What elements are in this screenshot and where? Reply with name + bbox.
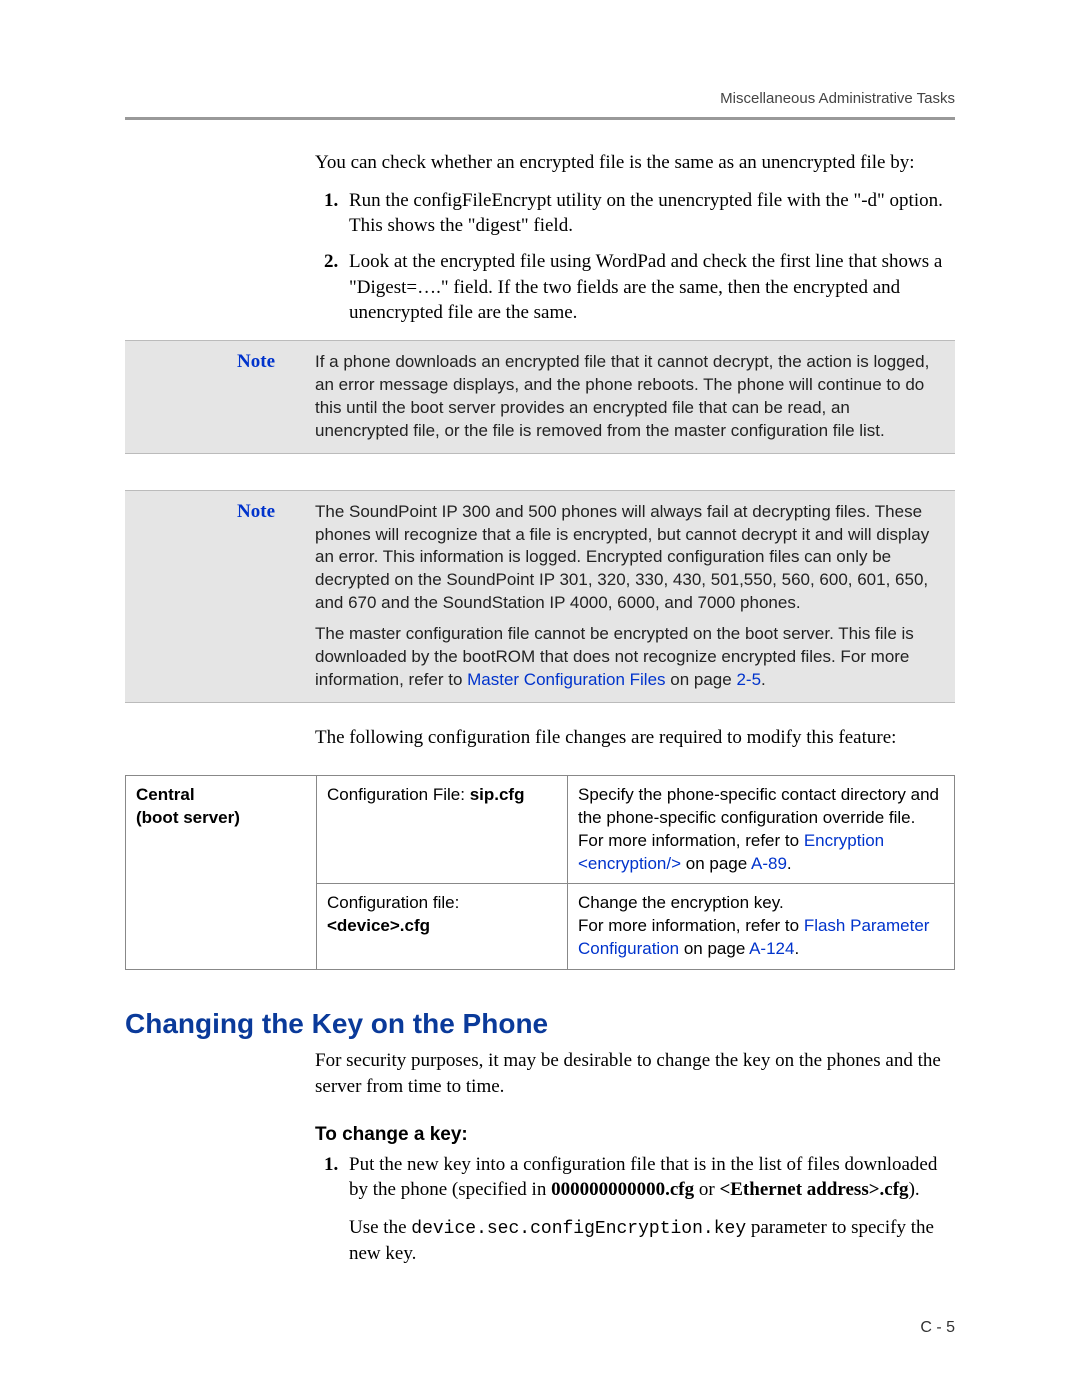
running-header: Miscellaneous Administrative Tasks: [125, 90, 955, 117]
devicecfg-desc-mid: on page: [679, 939, 749, 958]
sipcfg-name: sip.cfg: [470, 785, 525, 804]
devicecfg-pre: Configuration file:: [327, 893, 459, 912]
devicecfg-name: <device>.cfg: [327, 916, 430, 935]
note-2-para-1: The SoundPoint IP 300 and 500 phones wil…: [315, 501, 943, 616]
flash-param-page[interactable]: A-124: [749, 939, 794, 958]
note-2b-post: .: [761, 670, 766, 689]
check-step-1: Run the configFileEncrypt utility on the…: [343, 188, 955, 239]
sipcfg-desc-post: .: [787, 854, 792, 873]
cell-central: Central (boot server): [126, 775, 317, 970]
step1-p2-pre: Use the: [349, 1217, 411, 1238]
note-1-body: If a phone downloads an encrypted file t…: [315, 351, 943, 443]
followup-line: The following configuration file changes…: [315, 725, 955, 751]
note-2-body: The SoundPoint IP 300 and 500 phones wil…: [315, 501, 943, 693]
note-1: Note If a phone downloads an encrypted f…: [125, 340, 955, 454]
page: Miscellaneous Administrative Tasks You c…: [0, 0, 1080, 1341]
note-2: Note The SoundPoint IP 300 and 500 phone…: [125, 490, 955, 704]
sipcfg-desc-mid: on page: [681, 854, 751, 873]
devicecfg-desc-post: .: [794, 939, 799, 958]
intro-check-line: You can check whether an encrypted file …: [315, 150, 955, 176]
note-label: Note: [125, 501, 315, 693]
devicecfg-desc-pre: For more information, refer to: [578, 916, 804, 935]
sipcfg-pre: Configuration File:: [327, 785, 470, 804]
change-key-step-1: Put the new key into a configuration fil…: [343, 1152, 955, 1267]
note-1-text: If a phone downloads an encrypted file t…: [315, 351, 943, 443]
step1-mid: or: [694, 1179, 719, 1200]
cell-devicecfg: Configuration file: <device>.cfg: [317, 884, 568, 970]
sipcfg-desc-1: Specify the phone-specific contact direc…: [578, 785, 939, 827]
step1-code: device.sec.configEncryption.key: [411, 1219, 746, 1239]
note-label: Note: [125, 351, 315, 443]
subhead-change-key: To change a key:: [315, 1124, 955, 1146]
central-sub: (boot server): [136, 808, 240, 827]
note-2b-mid: on page: [666, 670, 737, 689]
intro-block: You can check whether an encrypted file …: [315, 150, 955, 326]
encryption-page[interactable]: A-89: [751, 854, 787, 873]
followup-block: The following configuration file changes…: [315, 725, 955, 751]
section-heading: Changing the Key on the Phone: [125, 1008, 955, 1040]
sipcfg-desc-pre: For more information, refer to: [578, 831, 804, 850]
page-number: C - 5: [920, 1319, 955, 1337]
step1-post: ).: [909, 1179, 920, 1200]
cell-sipcfg: Configuration File: sip.cfg: [317, 775, 568, 884]
config-table: Central (boot server) Configuration File…: [125, 775, 955, 971]
check-steps: Run the configFileEncrypt utility on the…: [315, 188, 955, 326]
step1-b2: <Ethernet address>.cfg: [719, 1179, 908, 1200]
section-p1: For security purposes, it may be desirab…: [315, 1048, 955, 1099]
table-row: Central (boot server) Configuration File…: [126, 775, 955, 884]
step1-followup: Use the device.sec.configEncryption.key …: [349, 1215, 955, 1267]
master-config-link[interactable]: Master Configuration Files: [467, 670, 665, 689]
cell-devicecfg-desc: Change the encryption key. For more info…: [568, 884, 955, 970]
change-key-steps: Put the new key into a configuration fil…: [315, 1152, 955, 1267]
check-step-2: Look at the encrypted file using WordPad…: [343, 249, 955, 326]
cell-sipcfg-desc: Specify the phone-specific contact direc…: [568, 775, 955, 884]
master-config-page[interactable]: 2-5: [736, 670, 761, 689]
central-label: Central: [136, 785, 195, 804]
devicecfg-desc-1: Change the encryption key.: [578, 893, 784, 912]
header-rule: [125, 117, 955, 120]
step1-b1: 000000000000.cfg: [551, 1179, 694, 1200]
section-body: For security purposes, it may be desirab…: [315, 1048, 955, 1267]
note-2-para-2: The master configuration file cannot be …: [315, 623, 943, 692]
